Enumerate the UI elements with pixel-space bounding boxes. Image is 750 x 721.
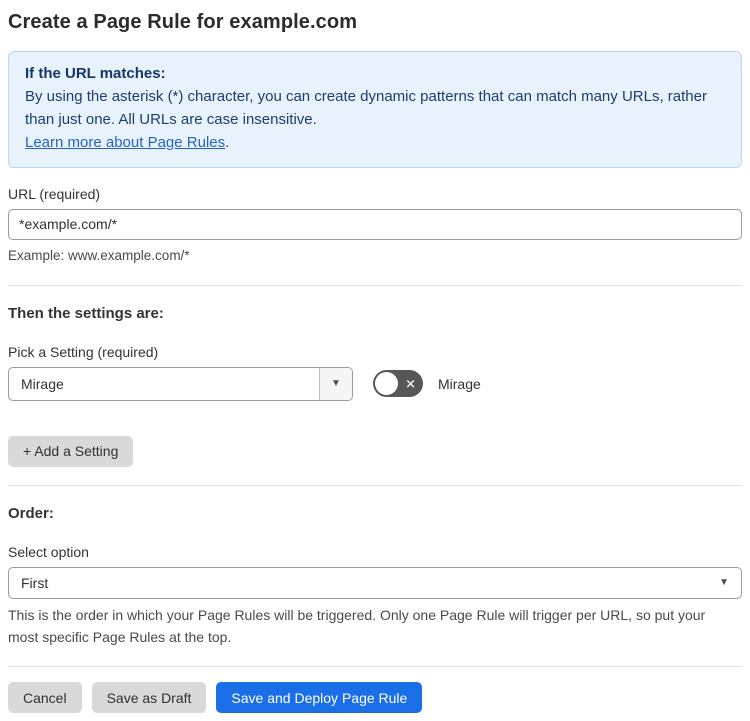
setting-row: Mirage ▼ ✕ Mirage <box>8 366 742 401</box>
save-deploy-button[interactable]: Save and Deploy Page Rule <box>216 682 423 714</box>
order-select[interactable]: First ▼ <box>8 566 742 599</box>
link-period: . <box>225 133 230 151</box>
info-box-heading: If the URL matches: <box>25 65 166 82</box>
learn-more-link[interactable]: Learn more about Page Rules <box>25 134 225 151</box>
form-actions: Cancel Save as Draft Save and Deploy Pag… <box>8 682 742 714</box>
toggle-label: Mirage <box>438 375 481 392</box>
cancel-button[interactable]: Cancel <box>8 682 82 714</box>
url-match-info-box: If the URL matches: By using the asteris… <box>8 51 742 168</box>
url-input[interactable] <box>8 208 742 240</box>
mirage-toggle[interactable]: ✕ <box>373 370 423 398</box>
info-box-link-line: Learn more about Page Rules. <box>25 132 725 155</box>
url-field-helper: Example: www.example.com/* <box>8 247 190 263</box>
divider <box>8 284 742 286</box>
setting-picker-label: Pick a Setting (required) <box>8 343 159 360</box>
setting-select[interactable]: Mirage ▼ <box>8 366 353 401</box>
add-setting-button[interactable]: + Add a Setting <box>8 435 134 467</box>
chevron-down-icon: ▼ <box>719 576 729 588</box>
page-title: Create a Page Rule for example.com <box>8 11 358 33</box>
divider <box>8 484 742 486</box>
toggle-knob <box>375 372 398 396</box>
order-select-value: First <box>21 574 49 591</box>
order-helper-text: This is the order in which your Page Rul… <box>8 606 706 646</box>
settings-section-heading: Then the settings are: <box>8 304 164 322</box>
divider <box>8 666 742 668</box>
toggle-off-icon: ✕ <box>405 376 416 392</box>
setting-select-value: Mirage <box>21 375 64 392</box>
order-select-label: Select option <box>8 543 89 560</box>
url-field-label: URL (required) <box>8 185 101 202</box>
save-draft-button[interactable]: Save as Draft <box>91 682 207 714</box>
order-section-heading: Order: <box>8 504 54 522</box>
setting-select-arrow-button[interactable]: ▼ <box>319 367 352 400</box>
info-box-body: By using the asterisk (*) character, you… <box>25 87 707 128</box>
chevron-down-icon: ▼ <box>331 377 341 389</box>
